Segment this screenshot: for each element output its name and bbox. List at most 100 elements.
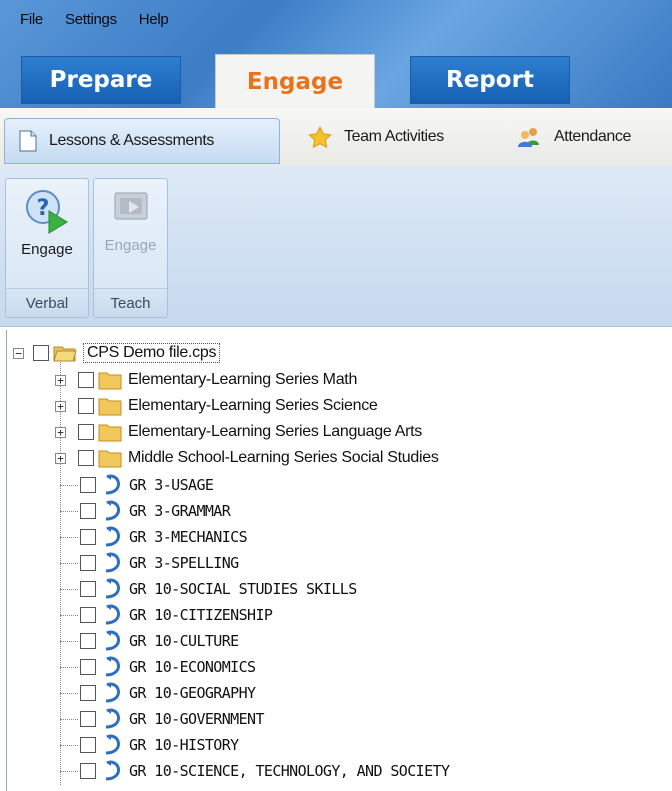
folder-icon	[98, 450, 122, 468]
lesson-icon	[105, 474, 120, 495]
tree-folder[interactable]: + Middle School-Learning Series Social S…	[55, 445, 439, 471]
tree-lesson-label: GR 10-CITIZENSHIP	[129, 606, 273, 624]
tree-folder[interactable]: + Elementary-Learning Series Language Ar…	[55, 419, 422, 445]
tree-lesson-label: GR 10-GOVERNMENT	[129, 710, 265, 728]
menu-settings[interactable]: Settings	[65, 11, 117, 28]
lesson-icon	[105, 734, 120, 755]
tree-checkbox[interactable]	[80, 477, 96, 493]
tree-checkbox[interactable]	[33, 345, 49, 361]
tree-checkbox[interactable]	[80, 737, 96, 753]
lesson-icon	[105, 760, 120, 781]
tree-checkbox[interactable]	[78, 424, 94, 440]
tree-lesson[interactable]: GR 3-USAGE	[60, 472, 214, 498]
tab-attendance-label: Attendance	[554, 128, 631, 145]
tree-checkbox[interactable]	[80, 763, 96, 779]
ribbon-group-verbal-label: Verbal	[6, 288, 88, 317]
folder-icon	[98, 398, 122, 416]
tree-lesson-label: GR 3-USAGE	[129, 476, 214, 494]
tree-root-label: CPS Demo file.cps	[83, 343, 221, 363]
lesson-tree: − CPS Demo file.cps + Elementary-Learnin…	[6, 330, 672, 791]
tree-lesson[interactable]: GR 10-HISTORY	[60, 732, 239, 758]
menu-bar: File Settings Help	[0, 0, 169, 38]
tree-lesson[interactable]: GR 10-SOCIAL STUDIES SKILLS	[60, 576, 357, 602]
folder-icon	[98, 372, 122, 390]
tree-checkbox[interactable]	[80, 607, 96, 623]
open-folder-icon	[53, 346, 77, 362]
ribbon: ? Engage Verbal Engage Teach	[0, 166, 672, 327]
lesson-icon	[105, 526, 120, 547]
lesson-icon	[105, 682, 120, 703]
ribbon-group-verbal: ? Engage Verbal	[5, 178, 89, 318]
expand-icon[interactable]: +	[55, 426, 66, 438]
tab-attendance[interactable]: Attendance	[516, 118, 631, 156]
tree-checkbox[interactable]	[80, 503, 96, 519]
menu-file[interactable]: File	[20, 11, 43, 28]
tree-folder[interactable]: + Elementary-Learning Series Science	[55, 393, 378, 419]
lesson-icon	[105, 630, 120, 651]
tree-root[interactable]: − CPS Demo file.cps	[13, 340, 221, 366]
sub-tab-bar: Lessons & Assessments Team Activities At…	[0, 108, 672, 167]
ribbon-group-teach-label: Teach	[94, 288, 167, 317]
tree-lesson[interactable]: GR 3-GRAMMAR	[60, 498, 231, 524]
tree-folder-label: Elementary-Learning Series Math	[128, 371, 358, 388]
tree-lesson-label: GR 10-GEOGRAPHY	[129, 684, 256, 702]
star-icon	[308, 126, 332, 148]
tree-folder-label: Elementary-Learning Series Language Arts	[128, 423, 422, 440]
people-icon	[516, 126, 542, 148]
tree-lesson[interactable]: GR 3-SPELLING	[60, 550, 239, 576]
engage-verbal-button[interactable]: ? Engage	[6, 187, 88, 258]
tree-lesson-label: GR 3-GRAMMAR	[129, 502, 231, 520]
tab-lessons-assessments[interactable]: Lessons & Assessments	[4, 118, 280, 164]
collapse-icon[interactable]: −	[13, 347, 24, 359]
engage-teach-button[interactable]: Engage	[94, 187, 167, 254]
tree-lesson[interactable]: GR 10-GOVERNMENT	[60, 706, 265, 732]
tab-engage[interactable]: Engage	[215, 54, 375, 108]
tree-checkbox[interactable]	[80, 633, 96, 649]
expand-icon[interactable]: +	[55, 452, 66, 464]
svg-text:?: ?	[37, 196, 50, 221]
lesson-icon	[105, 552, 120, 573]
lesson-icon	[105, 604, 120, 625]
expand-icon[interactable]: +	[55, 400, 66, 412]
question-play-icon: ?	[26, 190, 68, 234]
tab-prepare[interactable]: Prepare	[21, 56, 181, 104]
tree-folder-label: Middle School-Learning Series Social Stu…	[128, 449, 439, 466]
tree-folder[interactable]: + Elementary-Learning Series Math	[55, 367, 357, 393]
tree-lesson-label: GR 3-MECHANICS	[129, 528, 248, 546]
tree-lesson-label: GR 10-SCIENCE, TECHNOLOGY, AND SOCIETY	[129, 762, 450, 780]
tree-lesson[interactable]: GR 10-CULTURE	[60, 628, 239, 654]
tree-lesson[interactable]: GR 10-CITIZENSHIP	[60, 602, 273, 628]
tree-lesson-label: GR 3-SPELLING	[129, 554, 239, 572]
tree-lesson[interactable]: GR 10-SCIENCE, TECHNOLOGY, AND SOCIETY	[60, 758, 450, 784]
tree-checkbox[interactable]	[78, 372, 94, 388]
tree-lesson-label: GR 10-CULTURE	[129, 632, 239, 650]
folder-icon	[98, 424, 122, 442]
tree-checkbox[interactable]	[80, 555, 96, 571]
engage-teach-label: Engage	[104, 237, 157, 254]
tree-lesson[interactable]: GR 10-GEOGRAPHY	[60, 680, 256, 706]
engage-verbal-label: Engage	[21, 241, 73, 258]
presentation-icon	[114, 192, 147, 220]
tab-report[interactable]: Report	[410, 56, 570, 104]
tree-checkbox[interactable]	[78, 450, 94, 466]
tree-lesson[interactable]: GR 10-ECONOMICS	[60, 654, 256, 680]
tree-checkbox[interactable]	[78, 398, 94, 414]
tree-checkbox[interactable]	[80, 659, 96, 675]
expand-icon[interactable]: +	[55, 374, 66, 386]
tree-folder-label: Elementary-Learning Series Science	[128, 397, 378, 414]
menu-help[interactable]: Help	[139, 11, 169, 28]
tree-lesson-label: GR 10-SOCIAL STUDIES SKILLS	[129, 580, 357, 598]
tree-lesson-label: GR 10-ECONOMICS	[129, 658, 256, 676]
tree-lesson-label: GR 10-HISTORY	[129, 736, 239, 754]
tree-checkbox[interactable]	[80, 581, 96, 597]
tab-team-activities[interactable]: Team Activities	[308, 118, 444, 156]
tab-lessons-label: Lessons & Assessments	[49, 132, 215, 149]
tree-checkbox[interactable]	[80, 685, 96, 701]
tree-lesson[interactable]: GR 3-MECHANICS	[60, 524, 248, 550]
tree-checkbox[interactable]	[80, 711, 96, 727]
lesson-icon	[105, 656, 120, 677]
tree-checkbox[interactable]	[80, 529, 96, 545]
lesson-icon	[105, 578, 120, 599]
tab-team-activities-label: Team Activities	[344, 128, 444, 145]
app-header: File Settings Help Prepare Engage Report	[0, 0, 672, 108]
